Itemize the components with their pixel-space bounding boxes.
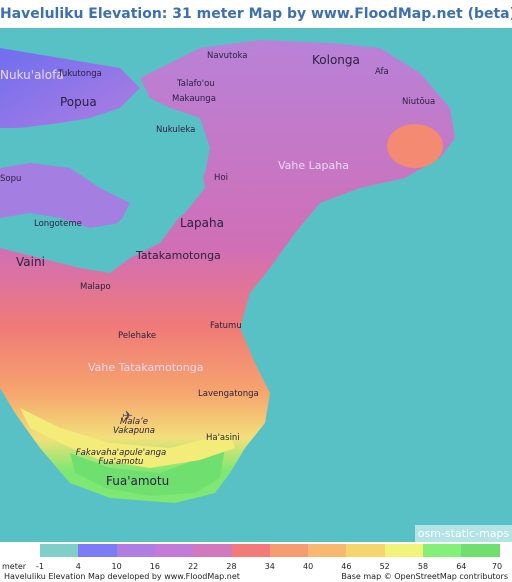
place-label: Malaʻe Vakapuna — [113, 417, 155, 436]
legend-unit-label: meter — [2, 562, 27, 571]
place-label: Ha'asini — [206, 433, 240, 443]
place-label: Kolonga — [312, 53, 360, 67]
place-label: Lapaha — [180, 216, 224, 230]
legend-tick-label: 40 — [303, 562, 314, 571]
place-label: Malapo — [80, 282, 111, 292]
place-label: Nuku'alofa — [0, 68, 64, 82]
legend-swatch — [269, 544, 309, 557]
place-label: Fua'amotu — [106, 474, 170, 488]
legend-swatch — [231, 544, 271, 557]
place-label: Vaini — [16, 255, 45, 269]
legend-swatch — [461, 544, 501, 557]
place-label: Nukuleka — [156, 125, 196, 135]
place-label: Fakavaha'apule'anga Fua'amotu — [75, 448, 167, 467]
legend-tick-label: 70 — [491, 562, 503, 571]
legend-tick-label: 58 — [417, 562, 429, 571]
legend-swatch — [308, 544, 347, 557]
legend-tick-label: 52 — [379, 562, 390, 571]
legend-tick-label: -1 — [36, 562, 44, 571]
place-label: Lavengatonga — [198, 389, 259, 399]
legend-tick-label: 34 — [264, 562, 275, 571]
place-label: Afa — [375, 67, 389, 77]
osm-badge: osm-static-maps — [415, 525, 512, 542]
place-label: Pelehake — [118, 331, 157, 341]
legend-swatch — [423, 544, 462, 557]
place-label: Niutōua — [402, 97, 436, 107]
legend-swatch — [78, 544, 118, 557]
place-label: Longoteme — [34, 219, 82, 229]
place-label: Tatakamotonga — [136, 249, 221, 262]
legend-swatch — [346, 544, 386, 557]
place-label: Makaunga — [172, 94, 216, 104]
legend-swatch — [116, 544, 156, 557]
place-label: Vahe Tatakamotonga — [88, 361, 204, 374]
map-title: Haveluliku Elevation: 31 meter Map by ww… — [0, 0, 512, 28]
place-label: Fatumu — [210, 321, 242, 331]
legend-swatch — [40, 544, 79, 557]
legend-swatch — [193, 544, 232, 557]
legend-tick-label: 22 — [188, 562, 199, 571]
place-label: Tukutonga — [58, 69, 102, 79]
legend-swatch — [154, 544, 194, 557]
legend-tick-label: 46 — [341, 562, 352, 571]
legend-tick-label: 4 — [75, 562, 81, 571]
place-label: Sopu — [0, 174, 22, 184]
northwest-landmass — [0, 48, 140, 128]
elevation-legend: meter -1 4 10 16 22 28 34 40 46 52 58 64 70 Haveluli… — [0, 542, 512, 582]
legend-tick-label: 28 — [226, 562, 237, 571]
elevation-map[interactable]: ✈ Navutoka Kolonga Afa Niutōua Talafo'ou… — [0, 28, 512, 542]
legend-tick-label: 64 — [456, 562, 467, 571]
footer-osm-credit: Base map © OpenStreetMap contributors — [341, 572, 508, 581]
place-label: Vahe Lapaha — [278, 159, 349, 172]
place-label: Navutoka — [207, 51, 248, 61]
legend-tick-label: 16 — [149, 562, 160, 571]
footer-credit: Haveluliku Elevation Map developed by ww… — [4, 572, 240, 581]
place-label: Talafo'ou — [177, 79, 215, 89]
place-label: Popua — [60, 95, 97, 109]
place-label: Hoi — [214, 173, 228, 183]
east-high-ground — [387, 124, 443, 168]
legend-swatch — [384, 544, 424, 557]
legend-tick-label: 10 — [111, 562, 122, 571]
